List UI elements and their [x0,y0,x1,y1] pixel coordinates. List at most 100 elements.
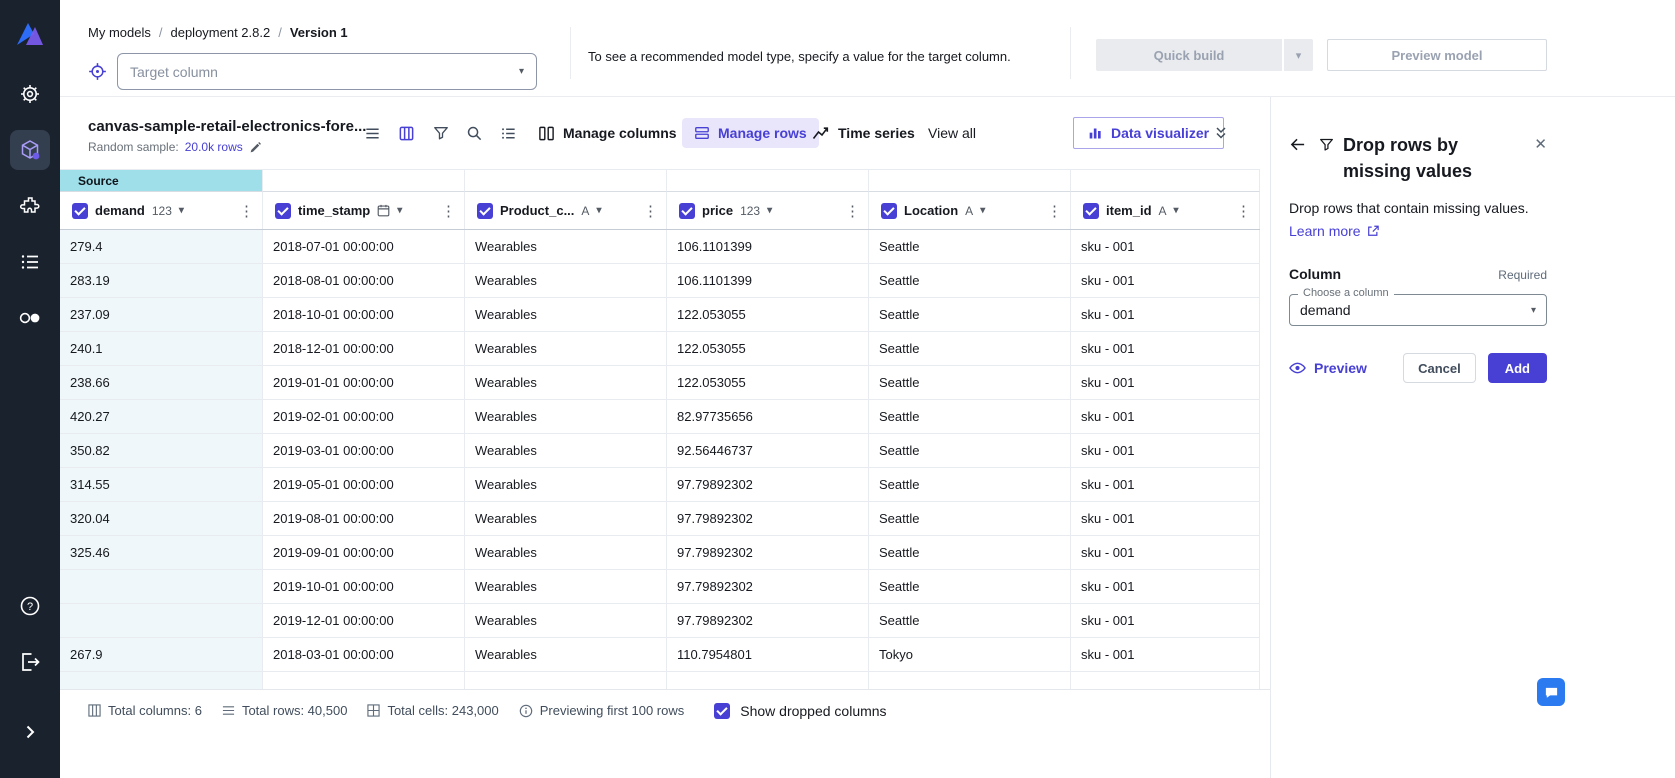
column-checkbox[interactable] [1083,203,1099,219]
cell-location: Seattle [869,230,1071,263]
time-series-button[interactable]: Time series [812,97,915,169]
table-row: 238.66 2019-01-01 00:00:00 Wearables 122… [60,366,1260,400]
kebab-menu-icon[interactable]: ⋮ [441,202,456,220]
gear-icon[interactable] [10,74,50,114]
column-select[interactable]: Choose a column demand ▾ [1289,294,1547,326]
back-arrow-icon[interactable] [1289,136,1306,184]
column-checkbox[interactable] [881,203,897,219]
cell-time-stamp: 2019-05-01 00:00:00 [263,468,465,501]
cell-location: Seattle [869,400,1071,433]
preview-button[interactable]: Preview [1289,360,1367,376]
list-icon[interactable] [10,242,50,282]
rows-count-icon [222,704,235,717]
preview-model-button[interactable]: Preview model [1327,39,1547,71]
cell-price: 106.1101399 [667,230,869,263]
expand-sidebar-icon[interactable] [10,712,50,752]
cell-price [667,672,869,689]
cell-price: 122.053055 [667,332,869,365]
cell-demand: 240.1 [60,332,263,365]
table-header-row: demand 123 ▾ ⋮ time_stamp [60,192,1260,230]
search-icon[interactable] [462,121,487,146]
chevron-down-icon[interactable]: ▾ [179,205,184,216]
data-visualizer-label: Data visualizer [1111,125,1209,141]
chevron-down-icon[interactable]: ▾ [980,205,985,216]
breadcrumb: My models / deployment 2.8.2 / Version 1 [88,25,348,40]
chevron-down-icon[interactable]: ▾ [596,205,601,216]
breadcrumb-deployment[interactable]: deployment 2.8.2 [170,25,270,40]
kebab-menu-icon[interactable]: ⋮ [239,202,254,220]
kebab-menu-icon[interactable]: ⋮ [643,202,658,220]
column-view-icon[interactable] [394,121,419,146]
data-visualizer-button[interactable]: Data visualizer [1073,117,1224,149]
chat-icon[interactable] [1537,678,1565,706]
quick-build-caret[interactable]: ▾ [1284,39,1313,71]
cell-time-stamp: 2018-03-01 00:00:00 [263,638,465,671]
chevron-down-icon[interactable]: ▾ [397,205,402,216]
breadcrumb-my-models[interactable]: My models [88,25,151,40]
show-dropped-checkbox[interactable] [714,703,730,719]
eye-icon [1289,362,1306,374]
column-checkbox[interactable] [275,203,291,219]
checklist-icon[interactable] [496,121,521,146]
random-sample-value[interactable]: 20.0k rows [185,140,243,154]
cell-price: 97.79892302 [667,604,869,637]
cell-item-id: sku - 001 [1071,638,1260,671]
edit-pencil-icon[interactable] [249,141,262,154]
manage-columns-button[interactable]: Manage columns [538,97,677,169]
circles-icon[interactable] [10,298,50,338]
chevron-down-icon[interactable]: ▾ [1174,205,1179,216]
cell-product-category: Wearables [465,502,667,535]
help-icon[interactable]: ? [10,586,50,626]
cell-demand [60,604,263,637]
time-series-label: Time series [838,125,915,141]
manage-rows-button[interactable]: Manage rows [682,97,819,169]
cell-item-id: sku - 001 [1071,434,1260,467]
target-icon [88,62,107,81]
cell-demand: 283.19 [60,264,263,297]
chevron-down-icon[interactable]: ▾ [767,205,772,216]
filter-icon[interactable] [428,121,453,146]
puzzle-icon[interactable] [10,186,50,226]
close-icon[interactable]: ✕ [1534,135,1547,153]
cell-time-stamp: 2019-08-01 00:00:00 [263,502,465,535]
logout-icon[interactable] [10,642,50,682]
dataset-block: canvas-sample-retail-electronics-fore...… [88,118,366,154]
cell-demand: 237.09 [60,298,263,331]
column-checkbox[interactable] [72,203,88,219]
column-checkbox[interactable] [477,203,493,219]
kebab-menu-icon[interactable]: ⋮ [1236,202,1251,220]
cell-demand [60,570,263,603]
cell-product-category: Wearables [465,536,667,569]
cell-location: Seattle [869,332,1071,365]
cell-location: Seattle [869,298,1071,331]
cell-location: Seattle [869,264,1071,297]
table-row: 314.55 2019-05-01 00:00:00 Wearables 97.… [60,468,1260,502]
cancel-button[interactable]: Cancel [1403,353,1476,383]
double-chevron-down-icon[interactable] [1212,97,1230,169]
target-column-row: Target column ▾ [88,53,537,90]
view-all-button[interactable]: View all [928,97,976,169]
cell-product-category: Wearables [465,570,667,603]
source-band: Source [60,170,1260,192]
kebab-menu-icon[interactable]: ⋮ [1047,202,1062,220]
filter-icon [1319,137,1334,184]
kebab-menu-icon[interactable]: ⋮ [845,202,860,220]
sidebar: ? [0,0,60,778]
cell-item-id: sku - 001 [1071,468,1260,501]
learn-more-link[interactable]: Learn more [1289,223,1379,239]
cell-location: Seattle [869,570,1071,603]
list-view-icon[interactable] [360,121,385,146]
main-area: My models / deployment 2.8.2 / Version 1… [60,0,1675,778]
column-select-value: demand [1300,302,1351,318]
cell-location [869,672,1071,689]
total-rows: Total rows: 40,500 [222,703,348,718]
my-models-icon[interactable] [10,130,50,170]
target-column-select[interactable]: Target column ▾ [117,53,537,90]
quick-build-button[interactable]: Quick build [1096,39,1282,71]
column-name: price [702,203,733,218]
add-button[interactable]: Add [1488,353,1547,383]
column-checkbox[interactable] [679,203,695,219]
header-divider [570,27,571,79]
cell-price: 97.79892302 [667,570,869,603]
cell-time-stamp: 2018-08-01 00:00:00 [263,264,465,297]
